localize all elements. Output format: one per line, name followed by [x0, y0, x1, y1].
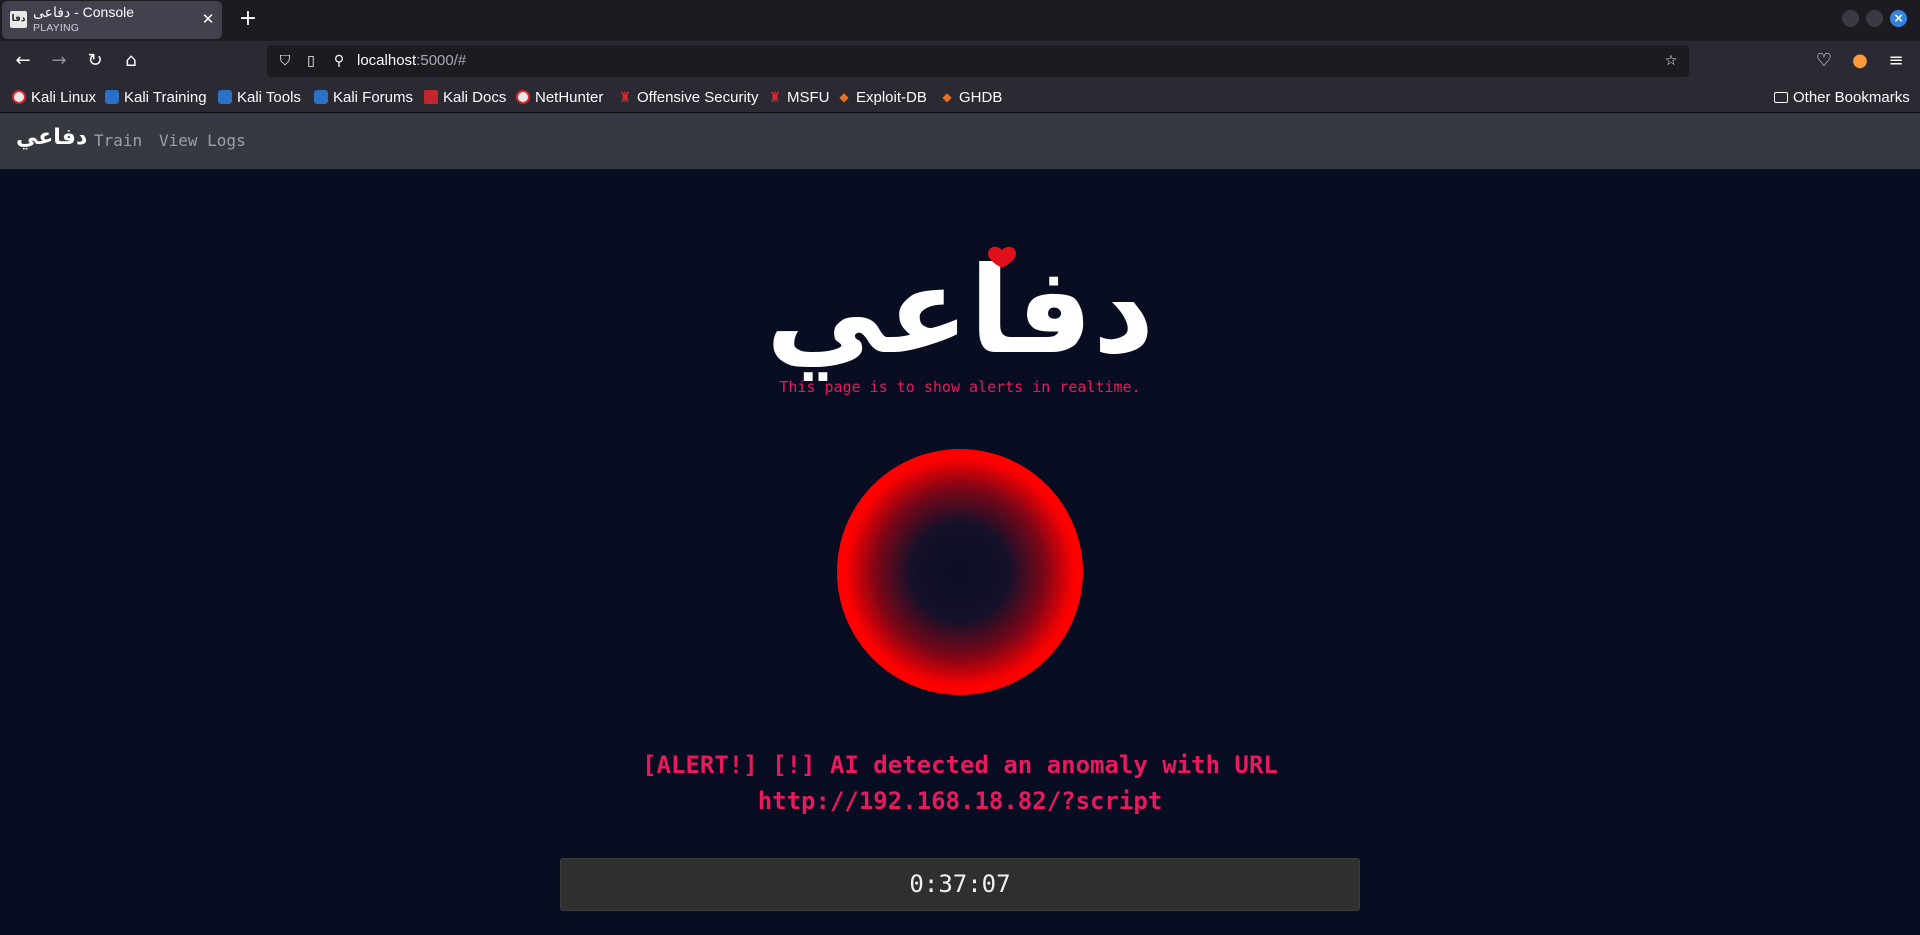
tab-strip: دفا دفاعى - Console PLAYING ✕ + × — [0, 0, 1920, 41]
bookmark-kali-linux[interactable]: Kali Linux — [12, 87, 96, 107]
other-bookmarks[interactable]: Other Bookmarks — [1774, 87, 1910, 107]
close-window-button[interactable]: × — [1890, 10, 1907, 27]
page-subtitle: This page is to show alerts in realtime. — [779, 378, 1141, 396]
extension-fox-icon[interactable]: ● — [1848, 49, 1872, 73]
logo-text: دفاعي — [766, 244, 1155, 381]
alert-page: دفاعي This page is to show alerts in rea… — [0, 169, 1920, 935]
kali-forums-icon — [314, 90, 328, 104]
bookmark-kali-training[interactable]: Kali Training — [105, 87, 207, 107]
exploit-db-icon: ◆ — [839, 90, 849, 104]
bookmark-kali-forums[interactable]: Kali Forums — [314, 87, 413, 107]
shield-icon[interactable]: ⛉ — [275, 51, 295, 71]
forward-arrow-icon[interactable]: → — [47, 49, 71, 73]
bookmark-exploit-db[interactable]: ◆ Exploit-DB — [837, 87, 926, 107]
permissions-icon[interactable]: ⚲ — [329, 51, 349, 71]
folder-icon — [1774, 91, 1788, 103]
nav-toolbar: ← → ↻ ⌂ ⛉ ▯ ⚲ localhost:5000/# ☆ ♡ ● ≡ — [0, 41, 1920, 81]
kali-training-icon — [105, 90, 119, 104]
kali-icon — [12, 90, 26, 104]
bookmark-ghdb[interactable]: ◆ GHDB — [940, 87, 1002, 107]
minimize-window-button[interactable] — [1842, 10, 1859, 27]
kali-tools-icon — [218, 90, 232, 104]
new-tab-button[interactable]: + — [236, 7, 260, 31]
alert-line: [ALERT!] [!] AI detected an anomaly with… — [642, 751, 1278, 779]
reload-icon[interactable]: ↻ — [83, 49, 107, 73]
browser-tab[interactable]: دفا دفاعى - Console PLAYING ✕ — [2, 1, 222, 39]
maximize-window-button[interactable] — [1866, 10, 1883, 27]
kali-docs-icon — [424, 90, 438, 104]
bookmark-kali-docs[interactable]: Kali Docs — [424, 87, 506, 107]
bookmark-nethunter[interactable]: NetHunter — [516, 87, 603, 107]
bookmark-kali-tools[interactable]: Kali Tools — [218, 87, 301, 107]
tab-close-icon[interactable]: ✕ — [198, 9, 218, 29]
nav-link-view-logs[interactable]: View Logs — [159, 131, 246, 150]
url-text[interactable]: localhost:5000/# — [357, 52, 466, 69]
home-icon[interactable]: ⌂ — [119, 49, 143, 73]
alert-message: [ALERT!] [!] AI detected an anomaly with… — [0, 747, 1920, 819]
offensive-security-icon: ♜ — [618, 89, 632, 105]
msfu-icon: ♜ — [768, 89, 782, 105]
app-navbar: دفاعي Train View Logs — [0, 113, 1920, 169]
url-bar[interactable]: ⛉ ▯ ⚲ localhost:5000/# ☆ — [267, 45, 1689, 77]
back-arrow-icon[interactable]: ← — [11, 49, 35, 73]
ghdb-icon: ◆ — [942, 90, 952, 104]
tab-playing-label: PLAYING — [33, 22, 80, 34]
tab-favicon-icon: دفا — [10, 11, 27, 28]
page-info-icon[interactable]: ▯ — [301, 51, 321, 71]
bookmark-star-icon[interactable]: ☆ — [1661, 51, 1681, 71]
tab-title: دفاعى - Console — [33, 4, 135, 20]
alert-url: http://192.168.18.82/?script — [757, 787, 1163, 815]
bookmark-msfu[interactable]: ♜ MSFU — [768, 87, 830, 107]
menu-hamburger-icon[interactable]: ≡ — [1884, 49, 1908, 73]
nav-link-train[interactable]: Train — [94, 131, 142, 150]
brand-logo[interactable]: دفاعي — [16, 125, 87, 150]
bookmarks-toolbar: Kali Linux Kali Training Kali Tools Kali… — [0, 81, 1920, 113]
app-logo: دفاعي — [766, 244, 1155, 381]
elapsed-timer: 0:37:07 — [560, 858, 1360, 911]
nethunter-icon — [516, 90, 530, 104]
alert-indicator-ring — [837, 449, 1083, 695]
bookmark-offensive-security[interactable]: ♜ Offensive Security — [618, 87, 759, 107]
pocket-icon[interactable]: ♡ — [1812, 49, 1836, 73]
